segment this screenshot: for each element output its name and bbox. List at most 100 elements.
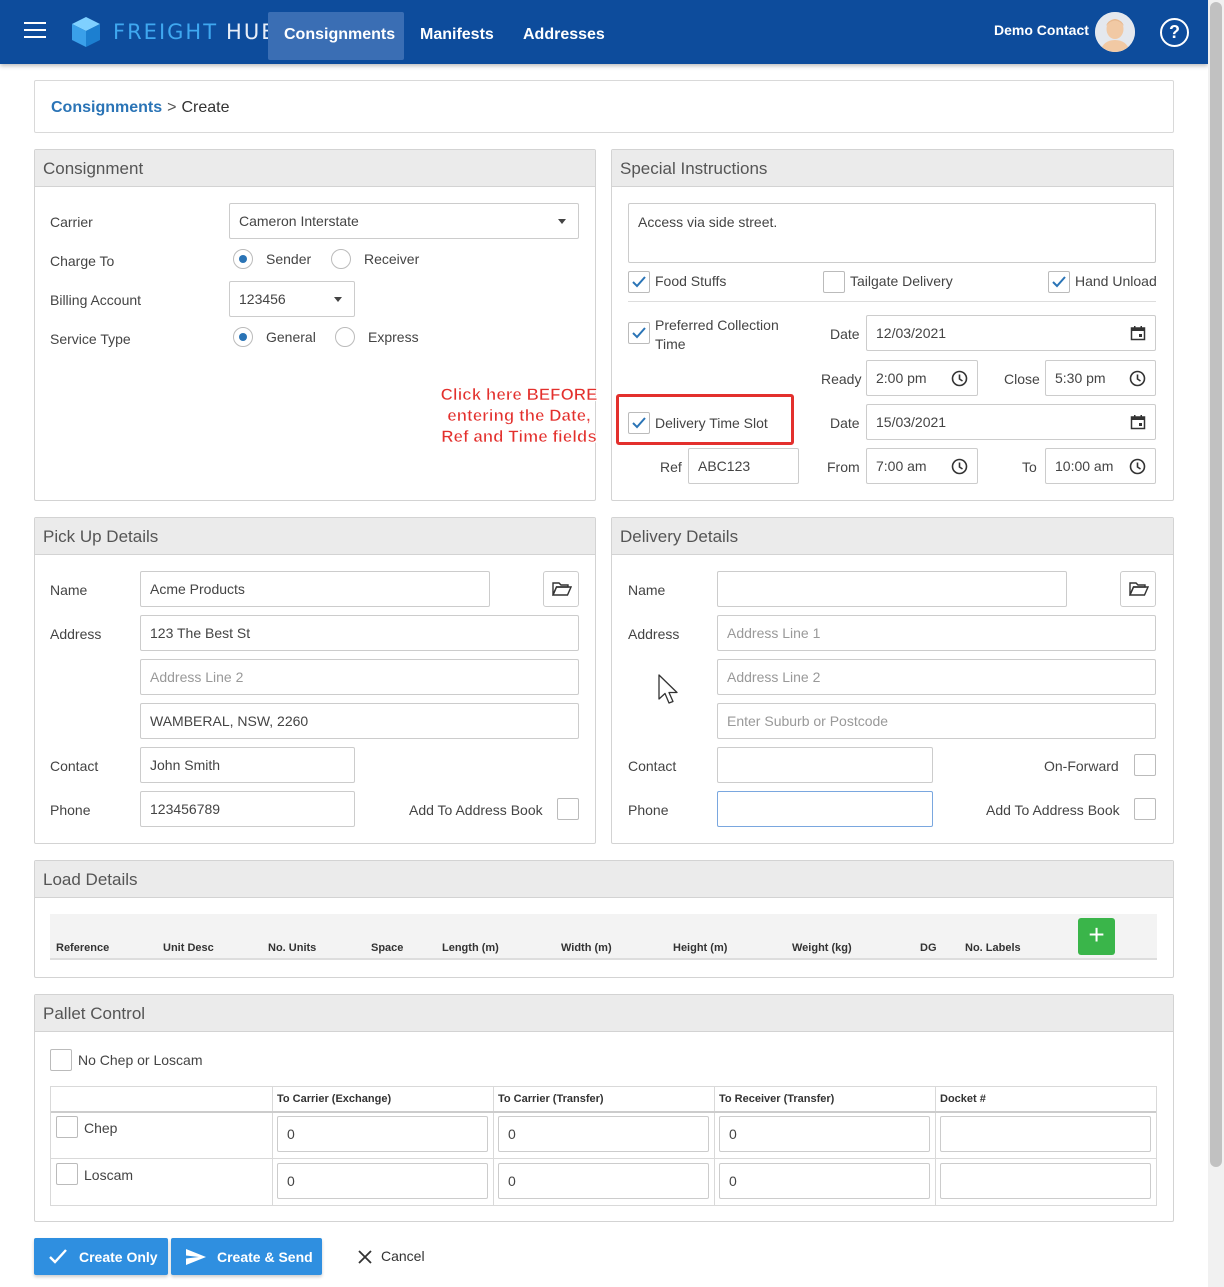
hand-unload-label[interactable]: Hand Unload [1075, 273, 1157, 289]
on-forward-label[interactable]: On-Forward [1044, 758, 1119, 774]
collection-date-input[interactable]: 12/03/2021 [866, 315, 1156, 351]
close-time-value: 5:30 pm [1055, 370, 1106, 386]
billing-account-value: 123456 [239, 291, 286, 307]
chep-label[interactable]: Chep [84, 1120, 117, 1136]
pickup-phone-input[interactable]: 123456789 [140, 791, 355, 827]
col-no-labels[interactable]: No. Labels [965, 942, 1021, 954]
loscam-to-receiver-transfer[interactable]: 0 [719, 1163, 930, 1199]
ref-input[interactable]: ABC123 [688, 448, 799, 484]
service-express-radio[interactable] [335, 327, 355, 347]
service-general-radio[interactable] [233, 327, 253, 347]
chep-to-receiver-transfer[interactable]: 0 [719, 1116, 930, 1152]
loscam-checkbox[interactable] [56, 1163, 78, 1185]
preferred-collection-label[interactable]: Preferred Collection Time [655, 316, 779, 354]
service-express-label[interactable]: Express [368, 329, 419, 345]
charge-receiver-radio[interactable] [331, 249, 351, 269]
delivery-date-input[interactable]: 15/03/2021 [866, 404, 1156, 440]
no-chep-label[interactable]: No Chep or Loscam [78, 1052, 203, 1068]
loscam-to-carrier-transfer[interactable]: 0 [498, 1163, 709, 1199]
col-width[interactable]: Width (m) [561, 942, 612, 954]
pickup-address-book-button[interactable] [543, 571, 579, 607]
tailgate-checkbox[interactable] [823, 271, 845, 293]
pickup-name-input[interactable]: Acme Products [140, 571, 490, 607]
nav-addresses[interactable]: Addresses [507, 12, 621, 60]
chep-to-carrier-exchange[interactable]: 0 [277, 1116, 488, 1152]
no-chep-checkbox[interactable] [50, 1049, 72, 1071]
delivery-time-slot-label[interactable]: Delivery Time Slot [655, 415, 768, 431]
clock-icon[interactable] [951, 370, 968, 387]
delivery-name-input[interactable] [717, 571, 1067, 607]
help-icon[interactable]: ? [1160, 18, 1189, 47]
carrier-select[interactable]: Cameron Interstate [229, 203, 579, 239]
delivery-suburb-input[interactable]: Enter Suburb or Postcode [717, 703, 1156, 739]
preferred-collection-checkbox[interactable] [628, 322, 650, 344]
clock-icon[interactable] [1129, 458, 1146, 475]
close-time-input[interactable]: 5:30 pm [1045, 360, 1156, 396]
nav-consignments[interactable]: Consignments [268, 12, 404, 60]
scrollbar-thumb[interactable] [1210, 2, 1222, 1167]
from-time-input[interactable]: 7:00 am [866, 448, 978, 484]
charge-sender-label[interactable]: Sender [266, 251, 311, 267]
tailgate-label[interactable]: Tailgate Delivery [850, 273, 953, 289]
calendar-icon[interactable] [1130, 325, 1146, 341]
nav-manifests[interactable]: Manifests [404, 12, 510, 60]
calendar-icon[interactable] [1130, 414, 1146, 430]
food-stuffs-checkbox[interactable] [628, 271, 650, 293]
instructions-textarea[interactable]: Access via side street. [628, 203, 1156, 263]
checkmark-icon [632, 327, 646, 339]
pickup-address2-input[interactable]: Address Line 2 [140, 659, 579, 695]
clock-icon[interactable] [951, 458, 968, 475]
to-time-input[interactable]: 10:00 am [1045, 448, 1156, 484]
col-reference[interactable]: Reference [56, 942, 109, 954]
create-send-button[interactable]: Create & Send [171, 1238, 322, 1275]
delivery-phone-input[interactable] [717, 791, 933, 827]
col-docket[interactable]: Docket # [940, 1093, 986, 1105]
user-name[interactable]: Demo Contact [994, 22, 1089, 38]
col-dg[interactable]: DG [920, 942, 937, 954]
billing-account-select[interactable]: 123456 [229, 281, 355, 317]
chep-docket[interactable] [940, 1116, 1151, 1152]
delivery-contact-input[interactable] [717, 747, 933, 783]
charge-sender-radio[interactable] [233, 249, 253, 269]
breadcrumb-consignments-link[interactable]: Consignments [51, 99, 162, 116]
col-to-carrier-exchange[interactable]: To Carrier (Exchange) [277, 1093, 391, 1105]
avatar[interactable] [1095, 12, 1135, 52]
delivery-address-book-button[interactable] [1120, 571, 1156, 607]
col-height[interactable]: Height (m) [673, 942, 727, 954]
col-to-receiver-transfer[interactable]: To Receiver (Transfer) [719, 1093, 834, 1105]
col-space[interactable]: Space [371, 942, 403, 954]
delivery-add-book-checkbox[interactable] [1134, 798, 1156, 820]
page-scrollbar[interactable] [1208, 0, 1224, 1287]
service-general-label[interactable]: General [266, 329, 316, 345]
on-forward-checkbox[interactable] [1134, 754, 1156, 776]
chep-checkbox[interactable] [56, 1116, 78, 1138]
col-to-carrier-transfer[interactable]: To Carrier (Transfer) [498, 1093, 604, 1105]
pickup-add-book-label[interactable]: Add To Address Book [409, 802, 543, 818]
hand-unload-checkbox[interactable] [1048, 271, 1070, 293]
pickup-add-book-checkbox[interactable] [557, 798, 579, 820]
loscam-label[interactable]: Loscam [84, 1167, 133, 1183]
pickup-address1-input[interactable]: 123 The Best St [140, 615, 579, 651]
clock-icon[interactable] [1129, 370, 1146, 387]
chep-to-carrier-transfer[interactable]: 0 [498, 1116, 709, 1152]
delivery-add-book-label[interactable]: Add To Address Book [986, 802, 1120, 818]
charge-receiver-label[interactable]: Receiver [364, 251, 419, 267]
delivery-time-slot-checkbox[interactable] [628, 412, 650, 434]
col-unit-desc[interactable]: Unit Desc [163, 942, 214, 954]
menu-icon[interactable] [24, 22, 46, 42]
delivery-address1-input[interactable]: Address Line 1 [717, 615, 1156, 651]
create-only-button[interactable]: Create Only [34, 1238, 168, 1275]
loscam-to-carrier-exchange[interactable]: 0 [277, 1163, 488, 1199]
ready-time-input[interactable]: 2:00 pm [866, 360, 978, 396]
pickup-suburb-input[interactable]: WAMBERAL, NSW, 2260 [140, 703, 579, 739]
loscam-docket[interactable] [940, 1163, 1151, 1199]
add-load-item-button[interactable]: + [1078, 918, 1115, 955]
ref-label: Ref [660, 459, 682, 475]
delivery-address2-input[interactable]: Address Line 2 [717, 659, 1156, 695]
food-stuffs-label[interactable]: Food Stuffs [655, 273, 726, 289]
app-logo-text[interactable]: FREIGHT HUB [113, 20, 278, 44]
col-weight[interactable]: Weight (kg) [792, 942, 852, 954]
col-no-units[interactable]: No. Units [268, 942, 316, 954]
pickup-contact-input[interactable]: John Smith [140, 747, 355, 783]
col-length[interactable]: Length (m) [442, 942, 499, 954]
